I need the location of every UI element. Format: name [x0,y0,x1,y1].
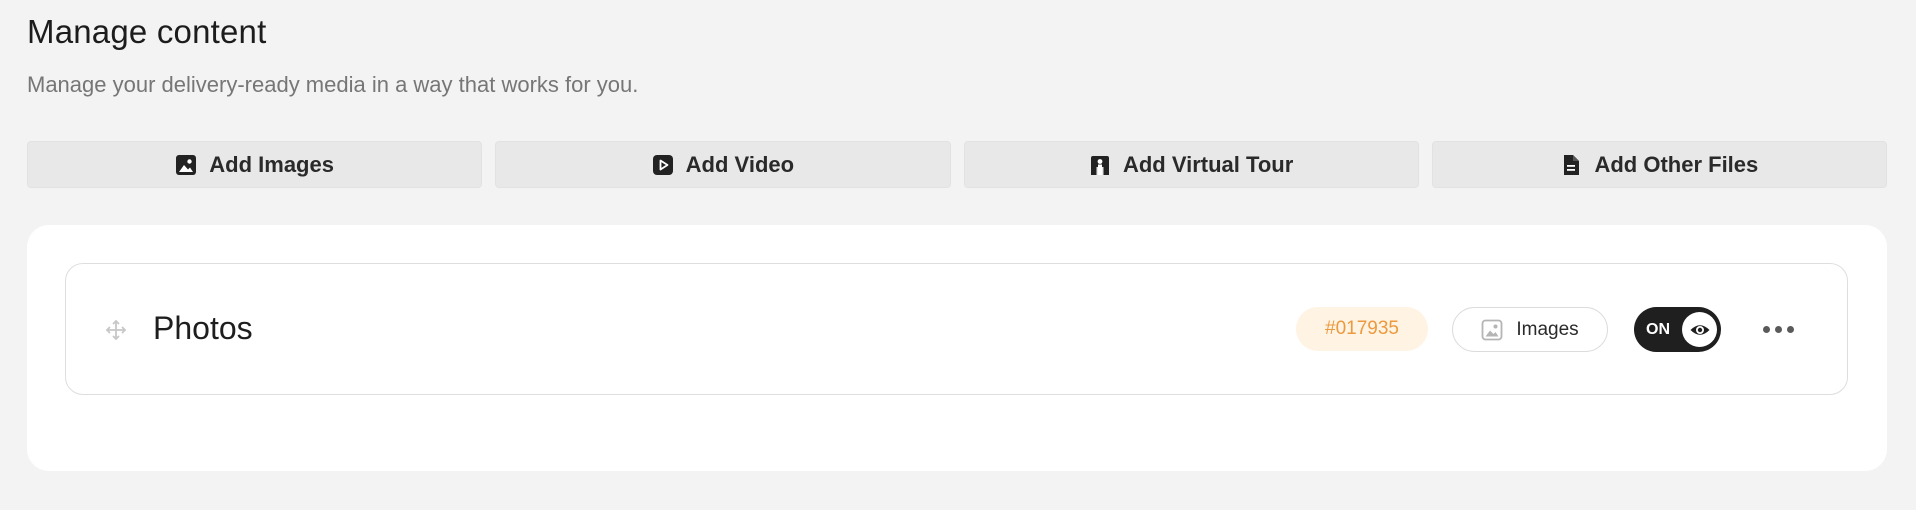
virtual-tour-icon [1089,154,1111,176]
page-title: Manage content [27,13,267,50]
visibility-toggle-label: ON [1646,321,1670,338]
eye-icon [1682,312,1717,347]
add-images-button[interactable]: Add Images [27,141,483,188]
visibility-toggle[interactable]: ON [1634,307,1721,352]
id-tag: #017935 [1296,307,1428,351]
file-icon [1560,154,1582,176]
add-other-files-button[interactable]: Add Other Files [1431,141,1887,188]
image-placeholder-icon [1481,319,1503,341]
media-type-badge: Images [1452,307,1608,352]
more-dot [1762,325,1770,333]
more-dot [1786,325,1794,333]
more-dot [1774,325,1782,333]
row-title: Photos [153,310,253,346]
video-icon [652,154,674,176]
drag-handle-icon[interactable] [104,318,128,342]
content-row: Photos #017935 Images ON [65,263,1848,395]
page-subtitle: Manage your delivery-ready media in a wa… [27,72,639,97]
media-type-label: Images [1516,318,1579,340]
add-other-files-label: Add Other Files [1594,151,1759,177]
add-video-label: Add Video [685,151,795,177]
add-content-toolbar: Add Images Add Video Add Virtual Tour Ad… [27,141,1887,188]
content-card: Photos #017935 Images ON [27,225,1887,471]
add-virtual-tour-button[interactable]: Add Virtual Tour [963,141,1419,188]
add-images-label: Add Images [209,151,334,177]
add-virtual-tour-label: Add Virtual Tour [1122,151,1294,177]
add-video-button[interactable]: Add Video [495,141,951,188]
more-options-button[interactable] [1758,314,1798,344]
image-icon [175,154,197,176]
